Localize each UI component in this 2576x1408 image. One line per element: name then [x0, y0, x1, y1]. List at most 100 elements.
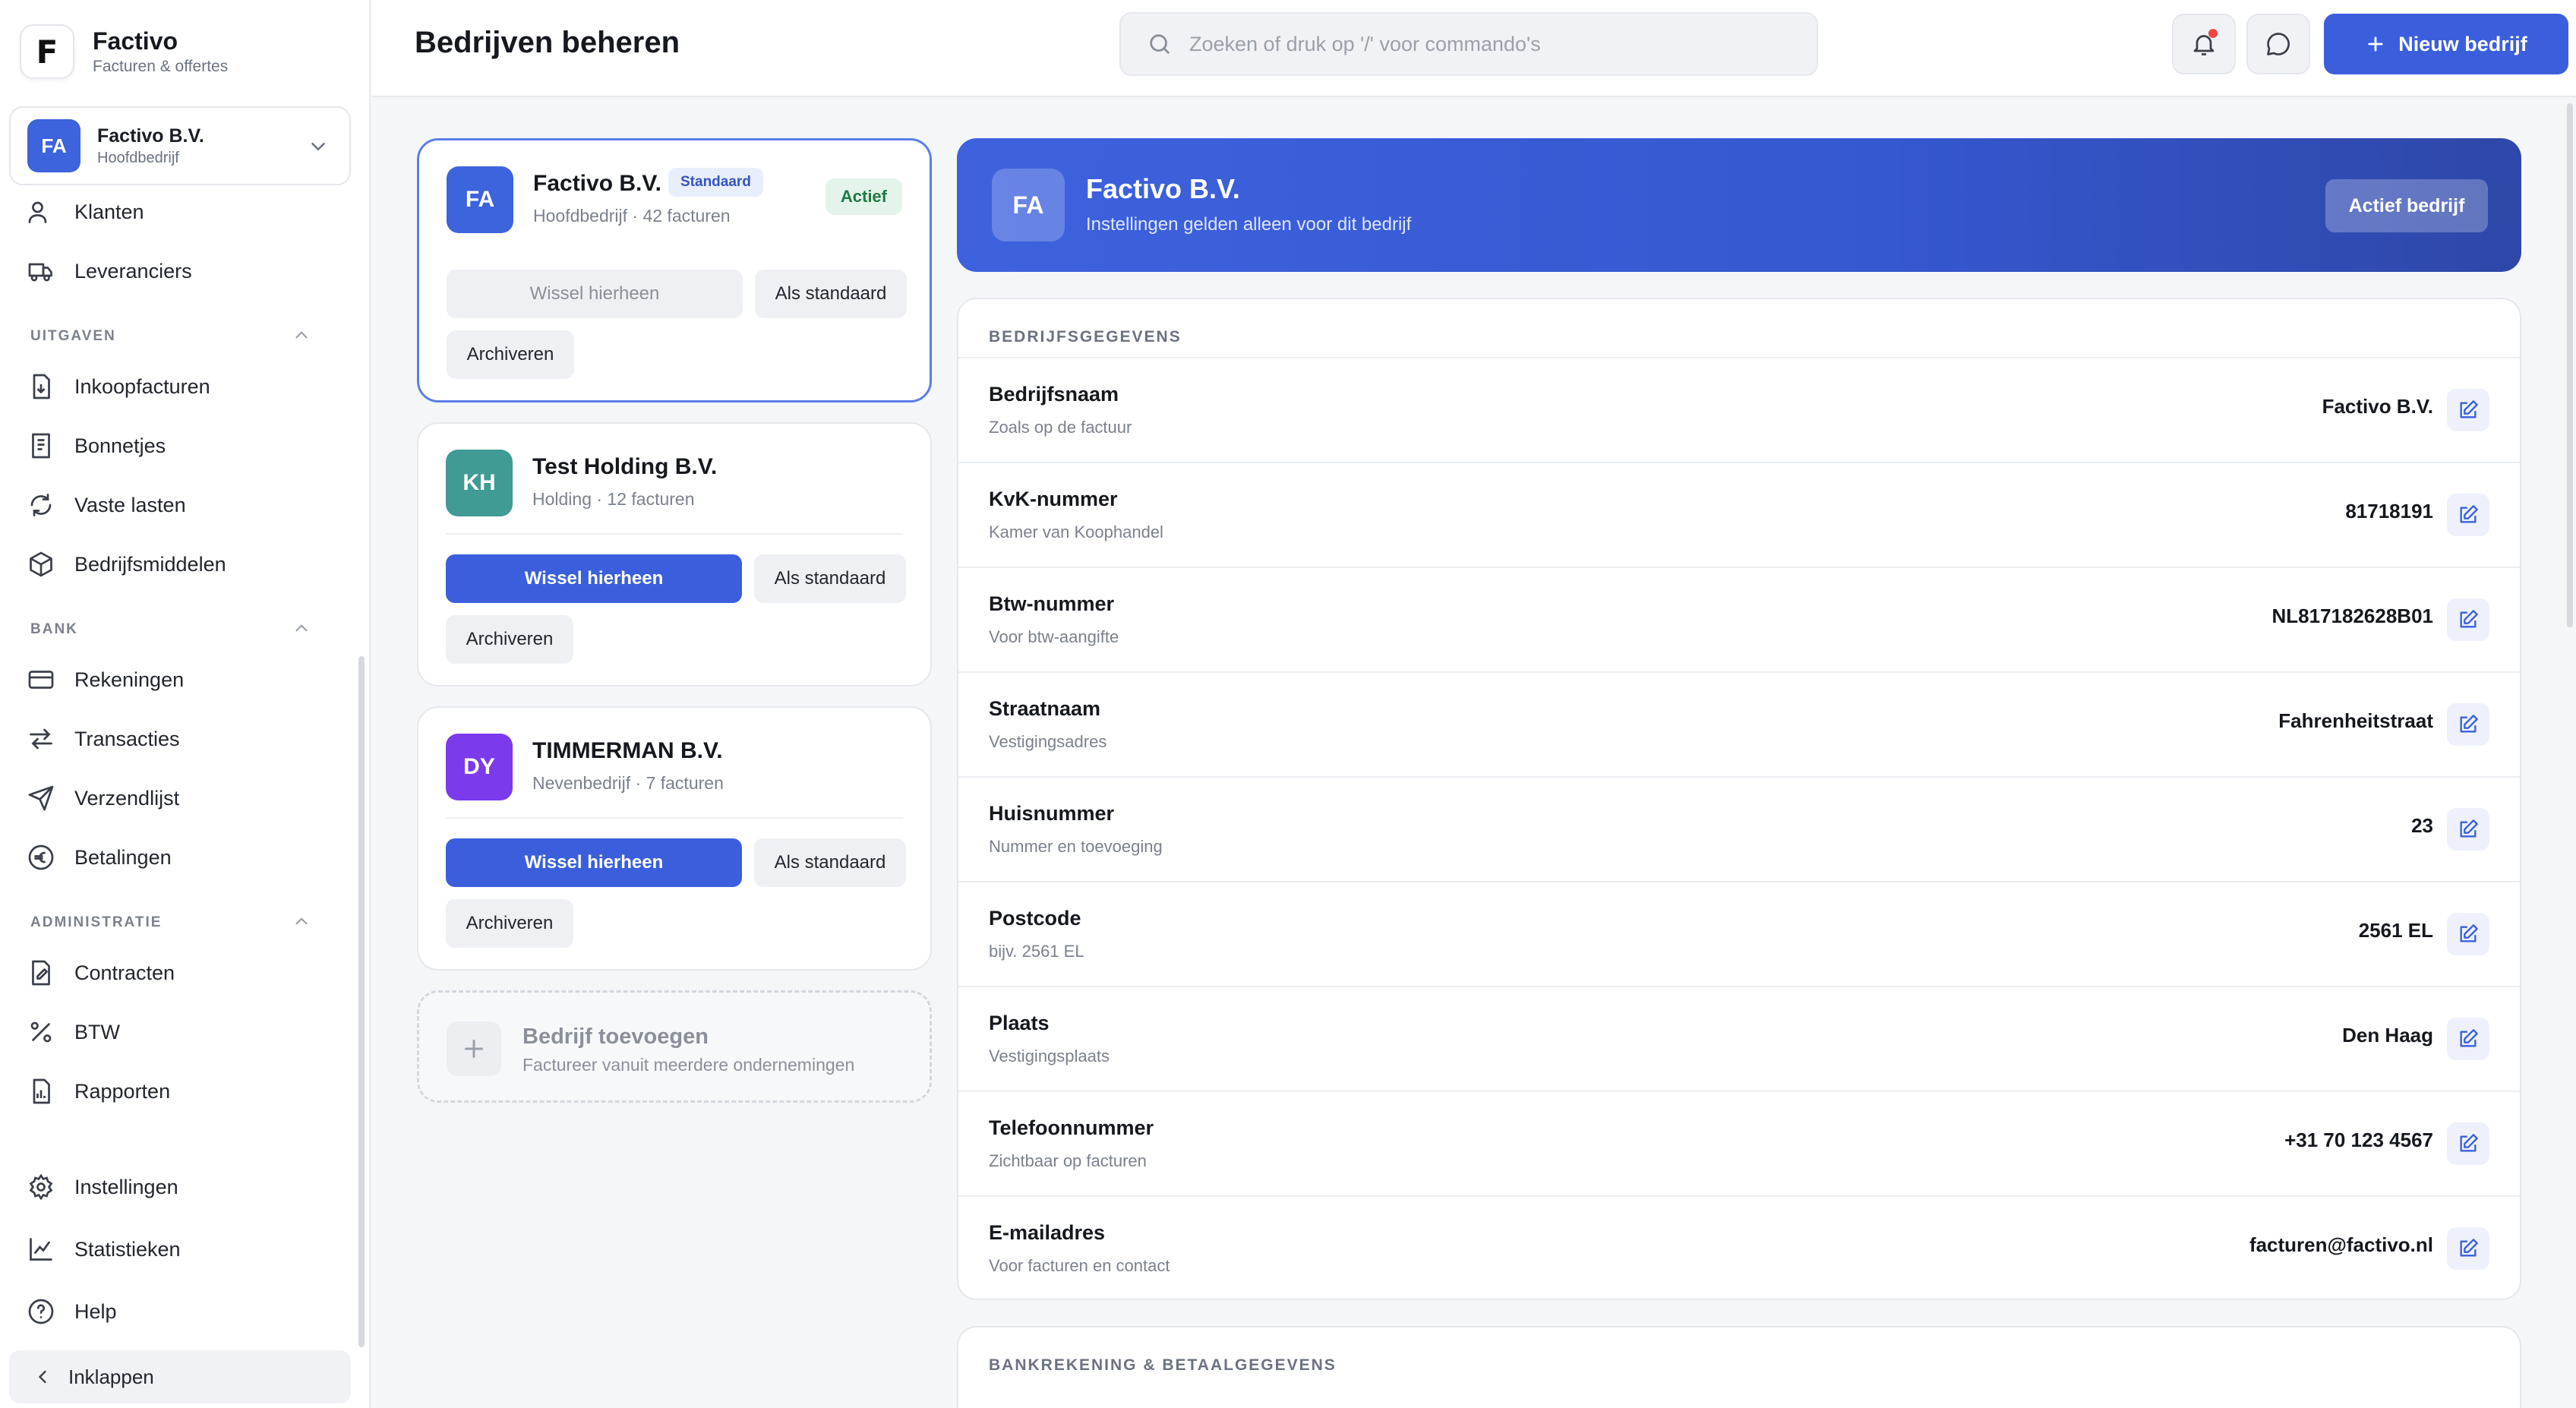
search-input[interactable]: [1189, 32, 1782, 56]
add-icon-box: [447, 1021, 501, 1076]
company-card-factivo[interactable]: FA Factivo B.V. Standaard Hoofdbedrijf ·…: [417, 138, 932, 403]
field-label: Btw-nummer: [989, 592, 1115, 615]
sidebar-item-betalingen[interactable]: Betalingen: [27, 835, 172, 879]
sidebar-item-transacties[interactable]: Transacties: [27, 717, 180, 761]
edit-icon: [2460, 505, 2478, 523]
new-company-button[interactable]: Nieuw bedrijf: [2324, 14, 2568, 74]
edit-icon: [2460, 1134, 2478, 1152]
edit-field-button[interactable]: [2447, 703, 2489, 746]
notification-dot: [2208, 29, 2218, 38]
card-divider: [446, 817, 903, 819]
company-subtitle: Holding · 12 facturen: [532, 489, 695, 509]
status-badge: Actief: [825, 178, 902, 215]
chevron-up-icon[interactable]: [292, 325, 311, 345]
archive-button[interactable]: Archiveren: [446, 899, 573, 948]
sidebar-item-label: Bedrijfsmiddelen: [74, 552, 226, 576]
sidebar-item-contracten[interactable]: Contracten: [27, 951, 175, 995]
company-switcher-avatar: FA: [27, 119, 80, 172]
brand[interactable]: F Factivo Facturen & offertes: [20, 24, 228, 79]
sidebar-item-btw[interactable]: BTW: [27, 1010, 120, 1054]
edit-field-button[interactable]: [2447, 598, 2489, 641]
switch-company-button[interactable]: Wissel hierheen: [446, 554, 742, 603]
add-company-subtitle: Factureer vanuit meerdere ondernemingen: [522, 1055, 855, 1075]
field-label: Bedrijfsnaam: [989, 383, 1119, 406]
sidebar-item-verzendlijst[interactable]: Verzendlijst: [27, 776, 179, 820]
collapse-sidebar-button[interactable]: Inklappen: [9, 1350, 351, 1403]
edit-field-button[interactable]: [2447, 1227, 2489, 1270]
field-hint: Vestigingsadres: [989, 732, 1107, 751]
switch-company-button[interactable]: Wissel hierheen: [446, 838, 742, 887]
sidebar-item-klanten[interactable]: Klanten: [27, 190, 144, 234]
field-hint: Zoals op de factuur: [989, 418, 1132, 437]
archive-button[interactable]: Archiveren: [446, 615, 573, 664]
sidebar-item-help[interactable]: Help: [27, 1290, 117, 1334]
chevron-up-icon[interactable]: [292, 911, 311, 931]
active-company-button[interactable]: Actief bedrijf: [2325, 179, 2488, 232]
set-default-button[interactable]: Als standaard: [754, 838, 906, 887]
company-avatar: KH: [446, 450, 513, 516]
plus-icon: [2368, 36, 2383, 52]
company-card-test-holding[interactable]: KH Test Holding B.V. Holding · 12 factur…: [417, 422, 932, 687]
add-company-card[interactable]: Bedrijf toevoegen Factureer vanuit meerd…: [417, 990, 932, 1103]
nav-section-administratie[interactable]: ADMINISTRATIE: [30, 914, 162, 931]
field-label: KvK-nummer: [989, 488, 1118, 510]
search-bar[interactable]: [1119, 12, 1818, 76]
archive-button[interactable]: Archiveren: [447, 330, 574, 379]
set-default-button[interactable]: Als standaard: [755, 270, 907, 318]
sidebar-item-bonnetjes[interactable]: Bonnetjes: [27, 424, 166, 468]
field-hint: Kamer van Koophandel: [989, 522, 1163, 541]
edit-icon: [2460, 400, 2478, 418]
switch-company-button[interactable]: Wissel hierheen: [447, 270, 743, 318]
top-bar: Bedrijven beheren Nieuw bedrijf: [372, 0, 2576, 97]
messages-button[interactable]: [2246, 14, 2310, 74]
active-company-name: Factivo B.V.: [1086, 173, 1240, 204]
sidebar-item-vaste-lasten[interactable]: Vaste lasten: [27, 483, 186, 527]
contract-icon: [32, 960, 50, 986]
sidebar-item-statistieken[interactable]: Statistieken: [27, 1227, 181, 1271]
page-title: Bedrijven beheren: [415, 26, 680, 59]
sidebar-item-label: Contracten: [74, 961, 175, 984]
edit-field-button[interactable]: [2447, 389, 2489, 431]
new-company-label: Nieuw bedrijf: [2398, 32, 2527, 55]
help-icon: [28, 1299, 54, 1324]
company-switcher[interactable]: FA Factivo B.V. Hoofdbedrijf: [9, 106, 351, 185]
edit-field-button[interactable]: [2447, 494, 2489, 536]
edit-field-button[interactable]: [2447, 913, 2489, 955]
edit-field-button[interactable]: [2447, 1122, 2489, 1165]
nav-section-bank[interactable]: BANK: [30, 621, 78, 638]
edit-field-button[interactable]: [2447, 1018, 2489, 1060]
sidebar-item-leveranciers[interactable]: Leveranciers: [27, 249, 192, 293]
chevron-up-icon[interactable]: [292, 618, 311, 638]
main-scrollbar[interactable]: [2567, 103, 2573, 627]
notifications-button[interactable]: [2172, 14, 2236, 74]
field-value: 81718191: [2345, 500, 2433, 522]
sidebar-scrollbar[interactable]: [358, 656, 365, 1347]
field-value: 23: [2411, 814, 2433, 837]
sidebar-item-bedrijfsmiddelen[interactable]: Bedrijfsmiddelen: [27, 542, 226, 586]
sidebar-item-instellingen[interactable]: Instellingen: [27, 1165, 178, 1209]
set-default-button[interactable]: Als standaard: [754, 554, 906, 603]
field-row: KvK-nummer Kamer van Koophandel 81718191: [958, 462, 2520, 567]
field-value: Factivo B.V.: [2322, 395, 2433, 418]
company-avatar: FA: [447, 166, 513, 233]
receipt-icon: [32, 433, 50, 459]
sidebar-item-rekeningen[interactable]: Rekeningen: [27, 658, 184, 702]
company-name: Test Holding B.V.: [532, 454, 718, 479]
company-card-timmerman[interactable]: DY TIMMERMAN B.V. Nevenbedrijf · 7 factu…: [417, 706, 932, 971]
field-label: Plaats: [989, 1012, 1050, 1034]
company-subtitle: Nevenbedrijf · 7 facturen: [532, 773, 724, 793]
sidebar-item-label: Help: [74, 1299, 117, 1323]
field-label: Postcode: [989, 907, 1081, 930]
sidebar-item-label: BTW: [74, 1020, 120, 1043]
nav-section-uitgaven[interactable]: UITGAVEN: [30, 328, 116, 345]
users-icon: [28, 201, 47, 223]
sidebar-item-rapporten[interactable]: Rapporten: [27, 1069, 170, 1113]
search-icon: [1150, 34, 1170, 54]
credit-card-icon: [28, 671, 54, 689]
report-icon: [33, 1078, 50, 1104]
edit-field-button[interactable]: [2447, 808, 2489, 851]
sidebar-item-inkoopfacturen[interactable]: Inkoopfacturen: [27, 365, 210, 409]
field-label: Telefoonnummer: [989, 1116, 1154, 1139]
company-subtitle: Hoofdbedrijf · 42 facturen: [533, 206, 731, 226]
field-value: facturen@factivo.nl: [2249, 1233, 2433, 1256]
